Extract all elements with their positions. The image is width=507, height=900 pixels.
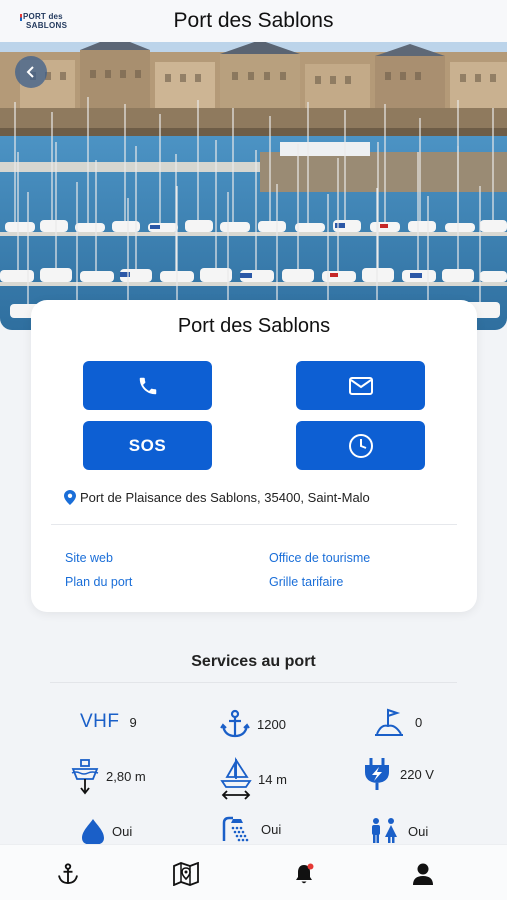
service-vhf: VHF 9: [80, 711, 137, 733]
tab-port[interactable]: [55, 861, 81, 887]
boat-length-icon: [220, 757, 252, 800]
opening-hours-button[interactable]: [296, 421, 425, 470]
sos-button[interactable]: SOS: [83, 421, 212, 470]
port-map-link[interactable]: Plan du port: [65, 575, 132, 589]
card-title: Port des Sablons: [177, 315, 331, 337]
bottom-tab-bar: [0, 844, 507, 900]
port-hero-image: [0, 42, 507, 330]
tourism-office-link[interactable]: Office de tourisme: [269, 551, 370, 565]
back-button[interactable]: [15, 56, 47, 88]
electricity-value: 220 V: [400, 766, 434, 782]
port-info-card: Port des Sablons SOS Port de Plaisance d…: [31, 300, 477, 612]
service-max-length: 14 m: [220, 757, 287, 801]
user-icon: [413, 863, 433, 885]
bell-icon: [296, 863, 314, 884]
map-pin-icon: [64, 490, 76, 505]
water-drop-icon: [82, 819, 104, 845]
draft-icon: [71, 759, 99, 795]
email-button[interactable]: [296, 361, 425, 410]
shower-icon: [222, 816, 249, 842]
water-value: Oui: [112, 823, 133, 839]
clock-icon: [348, 433, 373, 458]
anchor-icon: [58, 863, 78, 884]
tab-profile[interactable]: [410, 861, 436, 887]
mail-icon: [348, 376, 373, 395]
tab-map[interactable]: [173, 861, 199, 887]
service-berths: 1200: [219, 708, 286, 740]
visitor-berths-value: 0: [415, 714, 423, 730]
electricity-icon: [365, 758, 389, 790]
service-toilets: Oui: [368, 817, 428, 845]
app-header: PORT des SABLONS Port des Sablons: [0, 0, 507, 42]
service-visitor-berths: 0: [373, 706, 422, 738]
vhf-label: VHF: [80, 711, 120, 732]
services-title: Services au port: [191, 653, 316, 670]
services-divider: [50, 682, 457, 683]
service-electricity: 220 V: [362, 756, 434, 792]
address-text: Port de Plaisance des Sablons, 35400, Sa…: [80, 490, 370, 505]
berths-value: 1200: [257, 716, 286, 732]
anchor-icon: [220, 709, 250, 738]
visitor-berth-icon: [375, 708, 403, 736]
sos-label: SOS: [128, 435, 167, 455]
service-water: Oui: [80, 817, 132, 845]
card-divider: [51, 524, 457, 525]
rates-grid-link[interactable]: Grille tarifaire: [269, 575, 343, 589]
harbor-illustration: [0, 42, 507, 330]
toilets-icon: [372, 818, 397, 843]
call-button[interactable]: [83, 361, 212, 410]
vhf-channel-value: 9: [129, 714, 137, 730]
website-link[interactable]: Site web: [65, 551, 113, 565]
notification-dot: [307, 863, 314, 870]
toilets-value: Oui: [408, 823, 429, 839]
phone-icon: [139, 377, 156, 394]
showers-value: Oui: [261, 821, 282, 837]
service-draft: 2,80 m: [70, 757, 146, 795]
page-title: Port des Sablons: [173, 9, 334, 32]
service-showers: Oui: [221, 815, 281, 843]
draft-value: 2,80 m: [106, 768, 146, 784]
tab-notifications[interactable]: [291, 861, 317, 887]
chevron-left-icon: [26, 66, 34, 78]
port-address: Port de Plaisance des Sablons, 35400, Sa…: [64, 490, 370, 505]
map-icon: [173, 862, 199, 886]
max-length-value: 14 m: [258, 771, 287, 787]
